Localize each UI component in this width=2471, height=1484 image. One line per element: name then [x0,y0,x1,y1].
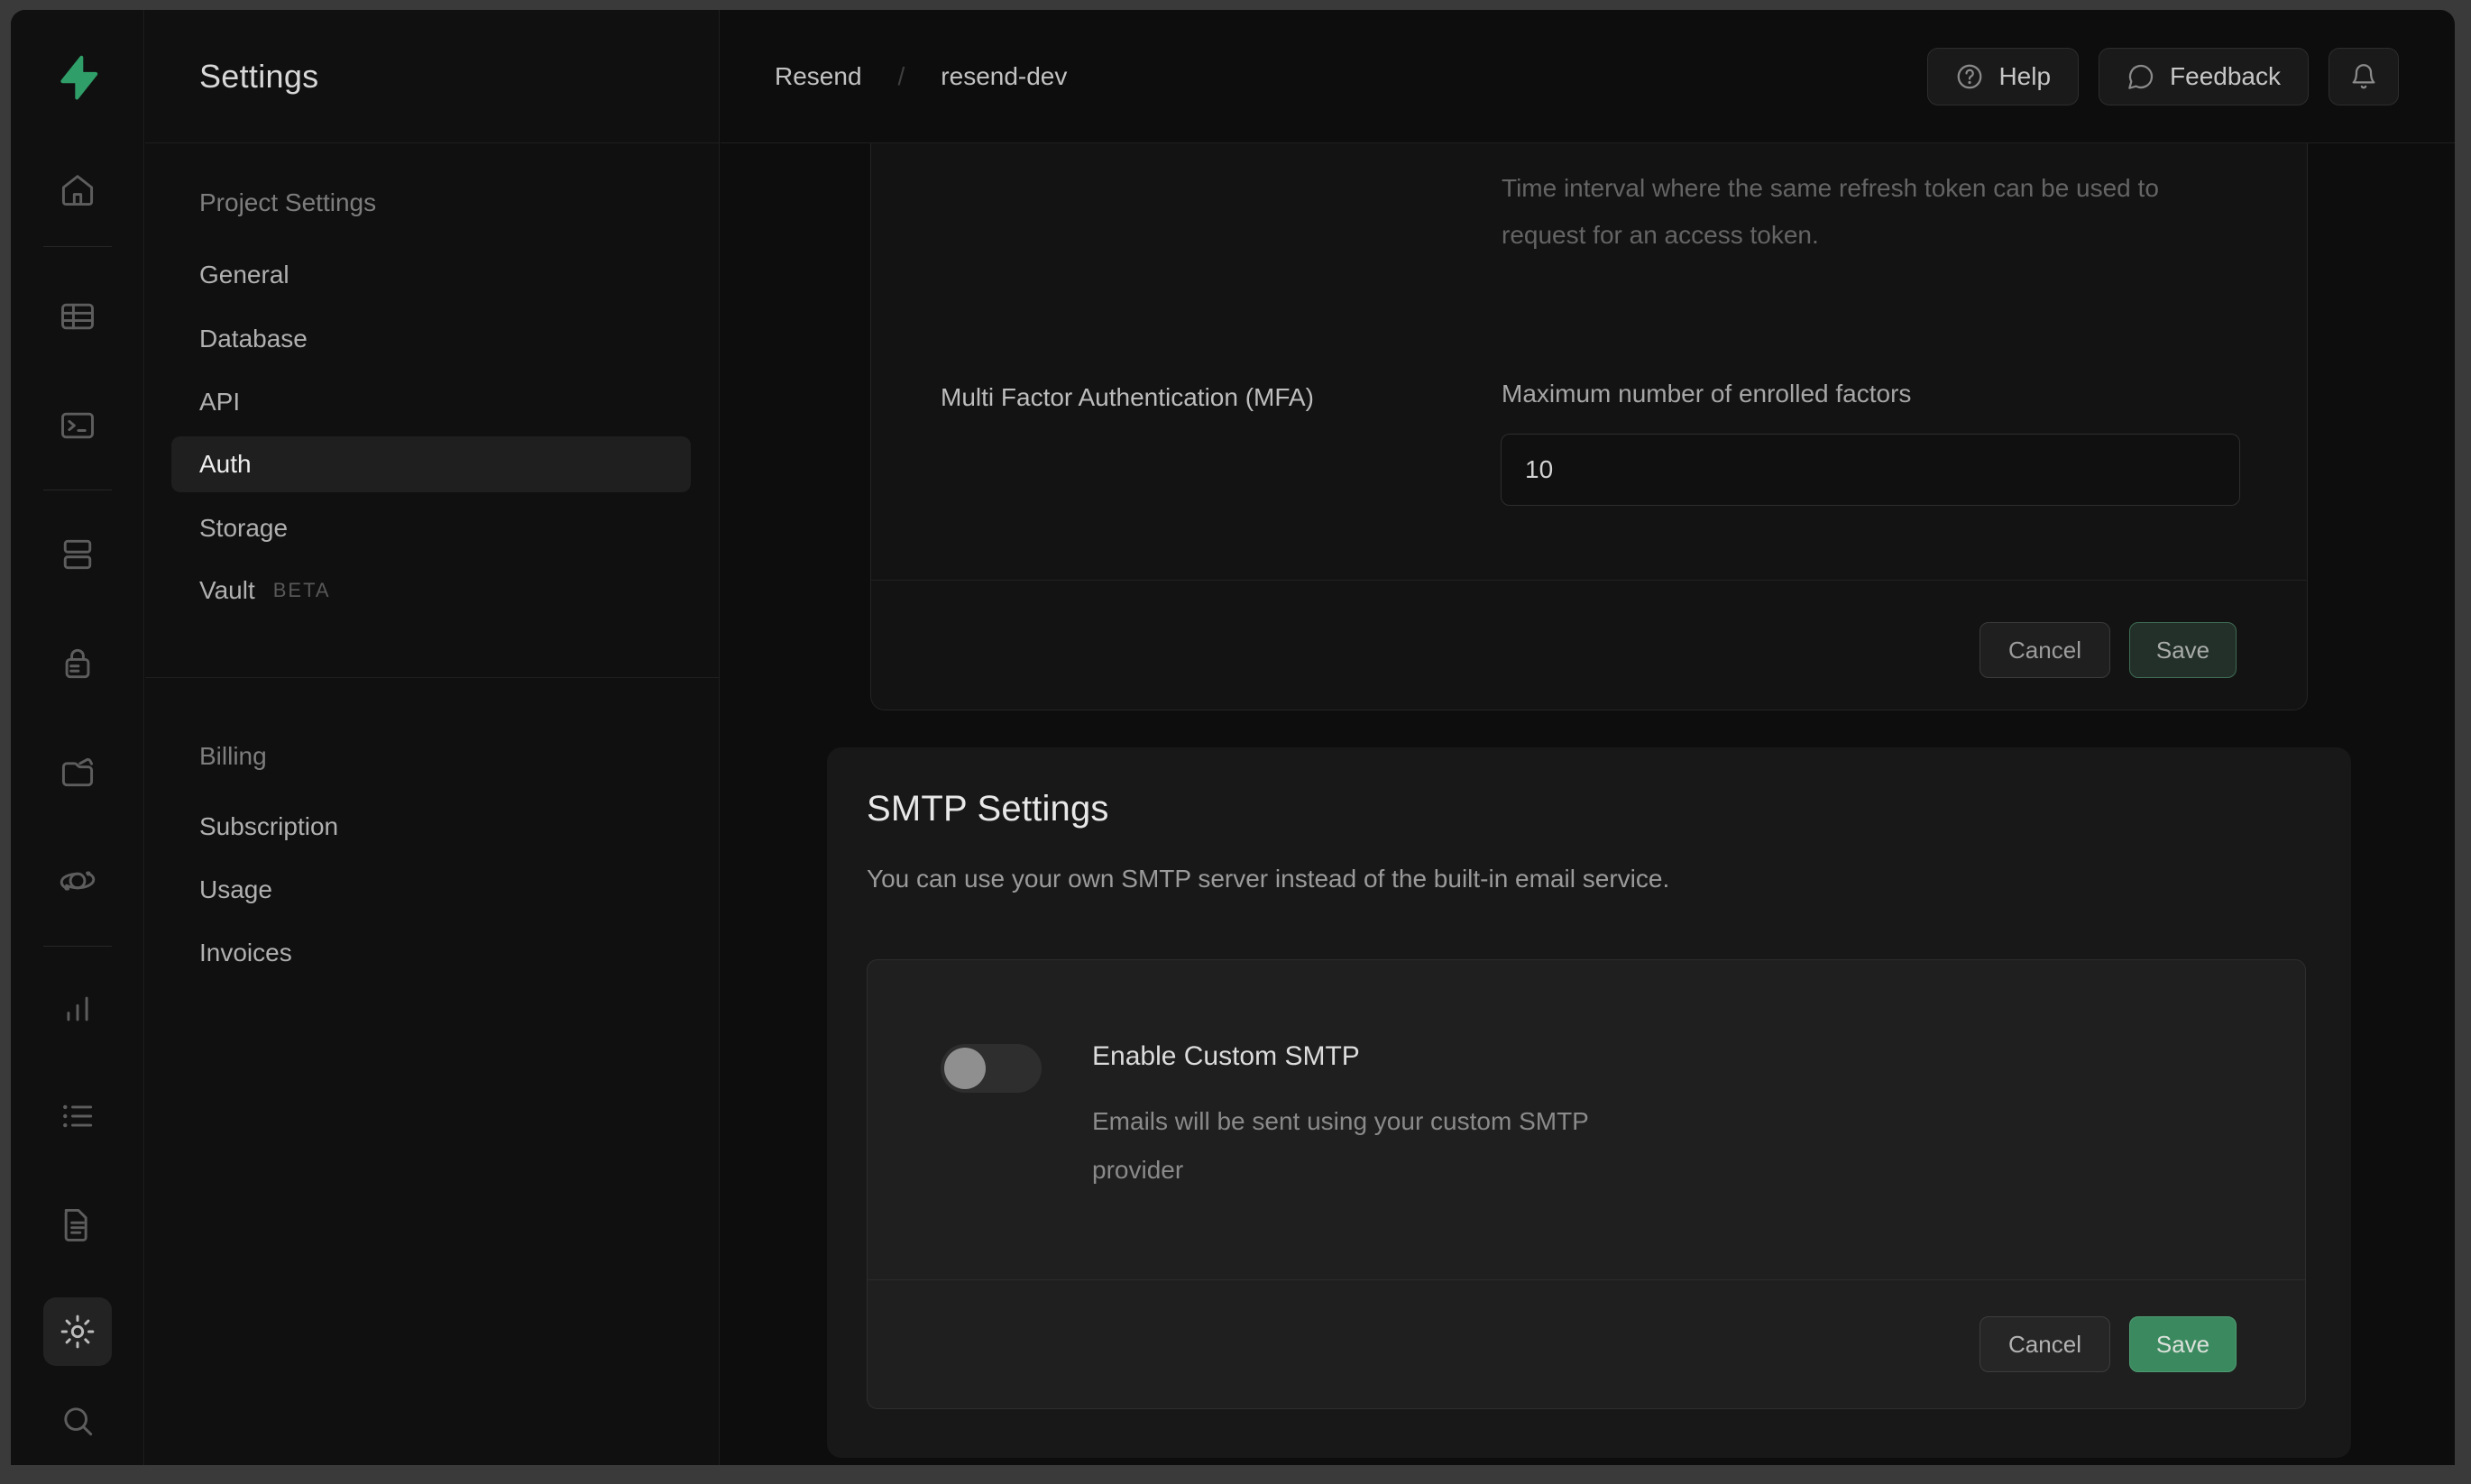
help-circle-icon [1955,62,1984,91]
sidebar-item-reports[interactable] [43,975,112,1043]
vault-label: Vault [199,576,255,605]
gear-icon [58,1312,97,1351]
sidebar-item-home[interactable] [43,156,112,224]
main-area: Resend / resend-dev Help Feedback [721,10,2455,1465]
auth-cancel-button[interactable]: Cancel [1980,622,2110,678]
sidebar-item-auth[interactable]: Auth [199,450,252,479]
smtp-save-button[interactable]: Save [2129,1316,2237,1372]
smtp-cancel-button[interactable]: Cancel [1980,1316,2110,1372]
sidebar-item-database-settings[interactable]: Database [199,325,308,353]
beta-badge: BETA [273,579,331,602]
list-icon [58,1096,97,1136]
orbit-icon [58,861,97,901]
folder-icon [58,752,97,792]
top-bar: Resend / resend-dev Help Feedback [721,10,2455,143]
auth-save-button[interactable]: Save [2129,622,2237,678]
sidebar-divider [145,677,719,678]
breadcrumb: Resend / resend-dev [775,62,1067,91]
sidebar-item-subscription[interactable]: Subscription [199,812,338,841]
notifications-button[interactable] [2329,48,2399,105]
icon-rail [11,10,144,1465]
settings-sidebar: Settings Project Settings General Databa… [145,10,720,1465]
sidebar-item-storage-settings[interactable]: Storage [199,514,288,543]
menu-header-billing: Billing [199,742,267,771]
breadcrumb-project[interactable]: resend-dev [941,62,1067,91]
sidebar-item-api-docs[interactable] [43,1190,112,1259]
sidebar-item-search[interactable] [43,1387,112,1455]
page-title: Settings [199,58,318,96]
app-window: Settings Project Settings General Databa… [11,10,2455,1465]
feedback-button[interactable]: Feedback [2099,48,2309,105]
smtp-section-description: You can use your own SMTP server instead… [867,865,1669,893]
sidebar-item-storage[interactable] [43,737,112,806]
enable-custom-smtp-label: Enable Custom SMTP [1092,1041,1360,1072]
lock-icon [58,644,97,683]
search-icon [58,1401,97,1441]
database-icon [58,535,97,574]
feedback-label: Feedback [2170,62,2281,91]
menu-header-project-settings: Project Settings [199,188,376,217]
sidebar-item-authentication[interactable] [43,629,112,698]
file-text-icon [58,1205,97,1244]
terminal-icon [58,406,97,445]
sidebar-item-api[interactable]: API [199,388,240,417]
max-enrolled-factors-input[interactable] [1501,434,2240,506]
mfa-row-label: Multi Factor Authentication (MFA) [941,383,1314,412]
rail-divider [43,946,112,947]
refresh-token-help-text: Time interval where the same refresh tok… [1502,165,2250,259]
toggle-knob [944,1048,986,1089]
bar-chart-icon [58,989,97,1029]
sidebar-item-vault[interactable]: Vault BETA [199,576,331,605]
bell-icon [2349,62,2378,91]
auth-settings-card: Time interval where the same refresh tok… [870,143,2308,710]
supabase-logo-icon[interactable] [53,53,102,106]
sidebar-item-usage[interactable]: Usage [199,875,272,904]
table-icon [58,297,97,336]
enable-custom-smtp-description: Emails will be sent using your custom SM… [1092,1097,1669,1195]
help-button[interactable]: Help [1927,48,2079,105]
sidebar-item-project-settings[interactable] [43,1297,112,1366]
smtp-card: Enable Custom SMTP Emails will be sent u… [867,959,2306,1409]
rail-divider [43,246,112,247]
mfa-field-label: Maximum number of enrolled factors [1502,380,1911,408]
settings-sidebar-header: Settings [145,10,719,143]
sidebar-item-general[interactable]: General [199,261,289,289]
enable-custom-smtp-toggle[interactable] [941,1044,1042,1093]
speech-bubble-icon [2127,62,2155,91]
card-footer-divider [871,580,2307,581]
top-bar-actions: Help Feedback [1927,48,2399,105]
smtp-settings-panel: SMTP Settings You can use your own SMTP … [827,747,2351,1458]
help-label: Help [1998,62,2051,91]
sidebar-item-table-editor[interactable] [43,282,112,351]
sidebar-item-invoices[interactable]: Invoices [199,939,292,967]
sidebar-item-edge-functions[interactable] [43,847,112,915]
settings-content: Time interval where the same refresh tok… [721,143,2455,1465]
home-icon [58,170,97,210]
breadcrumb-separator: / [898,62,905,91]
sidebar-item-database[interactable] [43,520,112,589]
smtp-footer-divider [868,1279,2305,1280]
sidebar-item-sql-editor[interactable] [43,391,112,460]
smtp-section-title: SMTP Settings [867,789,1109,829]
sidebar-item-logs[interactable] [43,1082,112,1150]
breadcrumb-org[interactable]: Resend [775,62,862,91]
